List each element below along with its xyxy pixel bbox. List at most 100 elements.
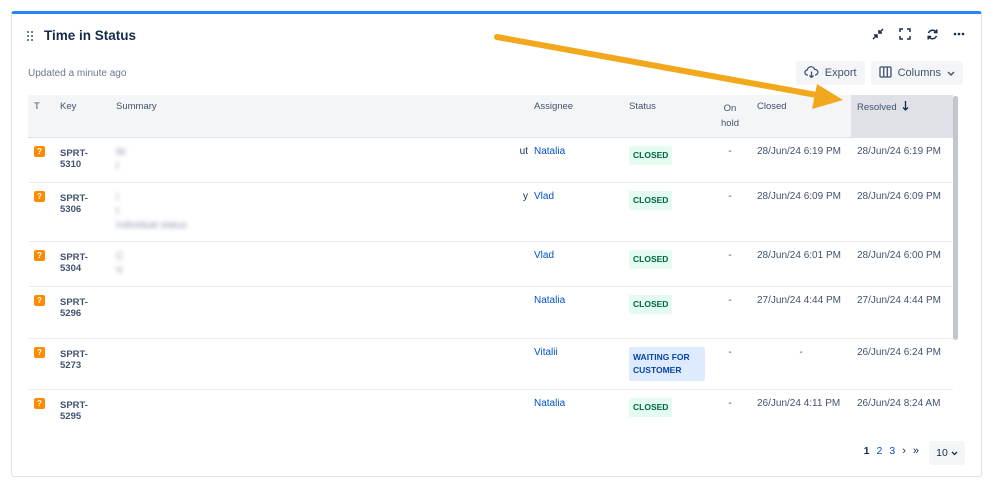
issue-key[interactable]: SPRT-5273 [54,338,110,390]
column-header-summary[interactable]: Summary [110,95,528,138]
last-updated-text: Updated a minute ago [28,68,127,79]
pagination: 1 2 3 › » [864,445,919,457]
table-row[interactable]: ? SPRT-5304 CV Vlad CLOSED - 28/Jun/24 6… [28,241,953,287]
page-1-current[interactable]: 1 [864,445,870,457]
page-2-link[interactable]: 2 [877,445,883,457]
closed-date: 27/Jun/24 4:44 PM [751,286,851,339]
column-header-assignee[interactable]: Assignee [528,95,623,138]
type-cell: ? [28,241,54,287]
chevron-down-icon [951,447,958,459]
closed-date: - [751,338,851,390]
cloud-download-icon [804,65,819,81]
summary-line: C [116,251,124,262]
column-header-on-hold[interactable]: On hold [709,95,751,138]
refresh-icon[interactable] [924,26,940,42]
assignee-cell[interactable]: Natalia [528,137,623,183]
fullscreen-icon[interactable] [897,26,913,42]
collapse-icon[interactable] [870,26,886,42]
export-button[interactable]: Export [795,61,865,85]
status-badge: CLOSED [629,191,673,210]
table-row[interactable]: ? SPRT-5295 Natalia CLOSED - 26/Jun/24 4… [28,389,953,425]
summary-cell[interactable] [110,389,528,425]
question-type-icon: ? [34,398,45,409]
assignee-name[interactable]: Vlad [534,250,554,261]
resolved-date: 28/Jun/24 6:19 PM [851,137,953,183]
export-label: Export [824,67,857,79]
drag-handle-icon[interactable] [26,30,36,42]
summary-line: t [116,161,119,172]
table-header-row: T Key Summary Assignee Status On hold Cl… [28,95,953,138]
column-header-key[interactable]: Key [54,95,110,138]
summary-tail: ut [519,146,528,157]
widget-header: Time in Status [26,28,136,43]
next-page-icon[interactable]: › [902,445,906,457]
assignee-cell[interactable]: Vlad [528,241,623,287]
status-badge: CLOSED [629,398,673,417]
summary-cell[interactable] [110,286,528,339]
type-cell: ? [28,182,54,242]
issue-key[interactable]: SPRT-5295 [54,389,110,425]
on-hold-cell: - [709,286,751,339]
closed-date: 28/Jun/24 6:09 PM [751,182,851,242]
resolved-date: 26/Jun/24 8:24 AM [851,389,953,425]
assignee-name[interactable]: Natalia [534,398,565,409]
on-hold-cell: - [709,338,751,390]
type-cell: ? [28,137,54,183]
status-cell: CLOSED [623,286,709,339]
assignee-cell[interactable]: Natalia [528,389,623,425]
page-size-value: 10 [936,447,948,459]
more-options-icon[interactable] [951,26,967,42]
issue-key[interactable]: SPRT-5310 [54,137,110,183]
status-cell: WAITING FOR CUSTOMER [623,338,709,390]
assignee-name[interactable]: Natalia [534,146,565,157]
widget-title: Time in Status [44,28,137,43]
chevron-down-icon [947,67,955,79]
status-cell: CLOSED [623,389,709,425]
assignee-name[interactable]: Natalia [534,295,565,306]
summary-line: I [116,192,119,203]
resolved-label: Resolved [857,102,897,113]
column-header-resolved[interactable]: Resolved [851,95,953,138]
assignee-name[interactable]: Vitalii [534,347,558,358]
column-header-type[interactable]: T [28,95,54,138]
columns-icon [878,65,892,81]
issue-key[interactable]: SPRT-5306 [54,182,110,242]
vertical-scrollbar[interactable] [953,96,958,340]
assignee-cell[interactable]: Vitalii [528,338,623,390]
question-type-icon: ? [34,295,45,306]
summary-cell[interactable]: CV [110,241,528,287]
status-badge: CLOSED [629,250,673,269]
last-page-icon[interactable]: » [913,445,919,457]
question-type-icon: ? [34,146,45,157]
closed-date: 26/Jun/24 4:11 PM [751,389,851,425]
type-cell: ? [28,338,54,390]
status-table: T Key Summary Assignee Status On hold Cl… [28,95,953,425]
page-size-select[interactable]: 10 [929,441,965,465]
table-row[interactable]: ? SPRT-5296 Natalia CLOSED - 27/Jun/24 4… [28,286,953,339]
resolved-date: 28/Jun/24 6:00 PM [851,241,953,287]
summary-cell[interactable]: It individual status y [110,182,528,242]
status-cell: CLOSED [623,241,709,287]
sort-descending-icon [902,101,909,114]
on-hold-cell: - [709,182,751,242]
assignee-name[interactable]: Vlad [534,191,554,202]
column-header-closed[interactable]: Closed [751,95,851,138]
assignee-cell[interactable]: Natalia [528,286,623,339]
summary-cell[interactable] [110,338,528,390]
table-row[interactable]: ? SPRT-5306 It individual status y Vlad CL… [28,182,953,242]
type-cell: ? [28,286,54,339]
table-row[interactable]: ? SPRT-5310 Wt ut Natalia CLOSED - 28/Jun… [28,137,953,183]
summary-line: W [116,147,126,158]
summary-cell[interactable]: Wt ut [110,137,528,183]
issue-key[interactable]: SPRT-5304 [54,241,110,287]
columns-button[interactable]: Columns [870,61,963,85]
summary-line: individual status [116,220,188,231]
table-toolbar: Export Columns [795,61,963,85]
question-type-icon: ? [34,347,45,358]
issue-key[interactable]: SPRT-5296 [54,286,110,339]
column-header-status[interactable]: Status [623,95,709,138]
page-3-link[interactable]: 3 [889,445,895,457]
summary-line: t [116,206,119,217]
table-row[interactable]: ? SPRT-5273 Vitalii WAITING FOR CUSTOMER… [28,338,953,390]
assignee-cell[interactable]: Vlad [528,182,623,242]
